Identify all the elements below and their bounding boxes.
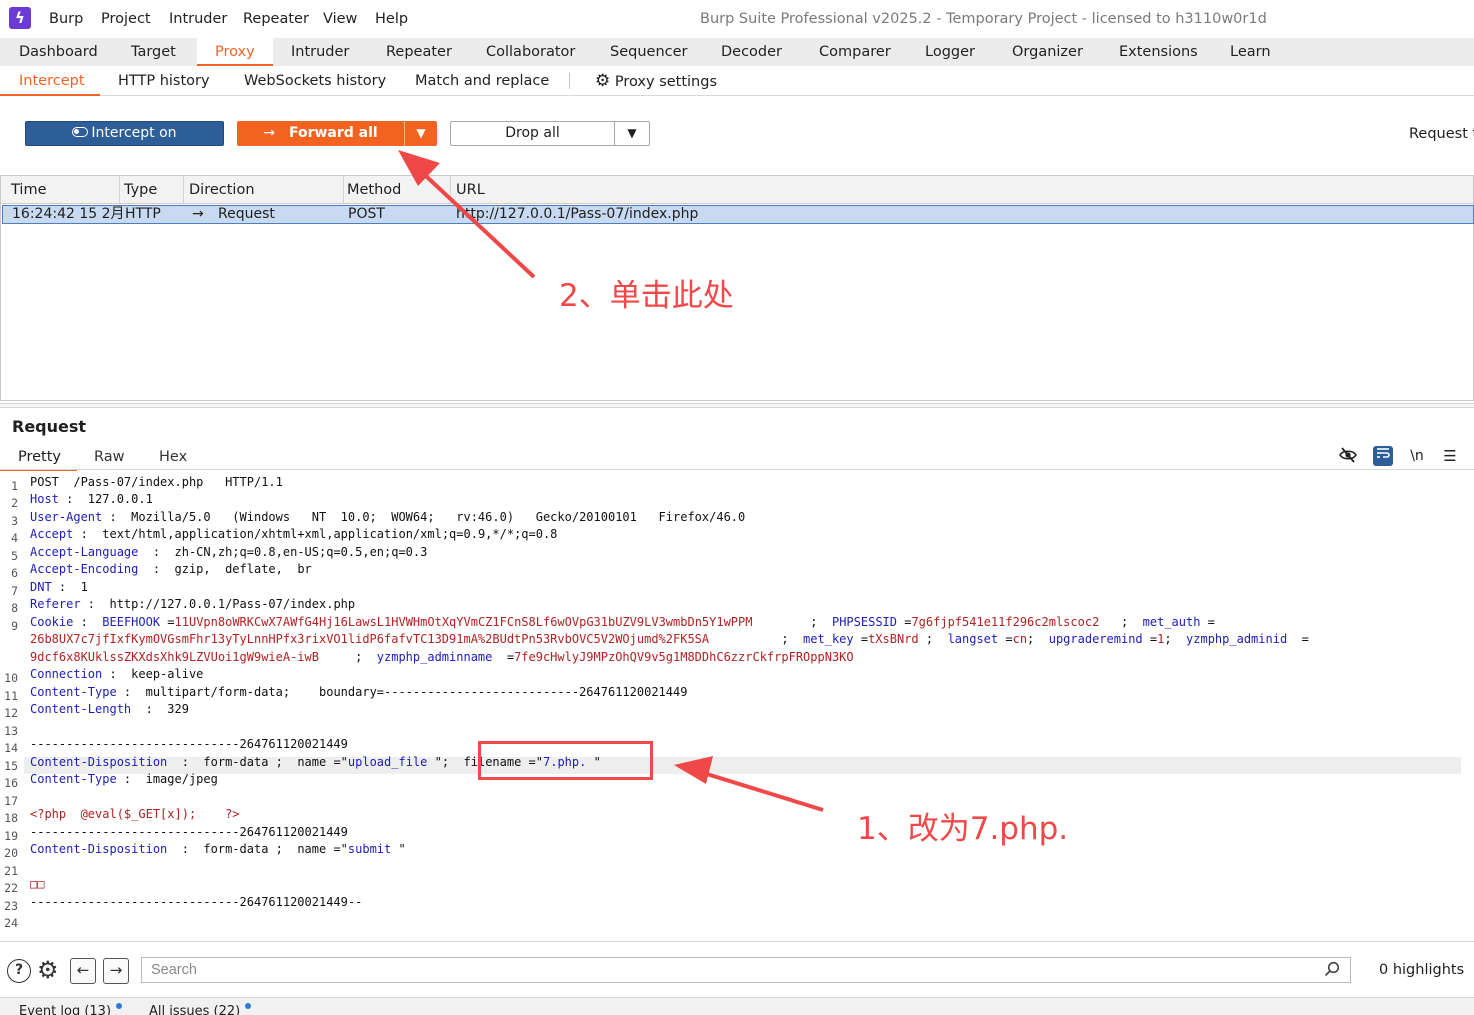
settings-icon[interactable]: ⚙ — [37, 956, 59, 984]
all-issues-tab[interactable]: All issues (22) — [149, 1004, 240, 1015]
search-icon[interactable] — [1324, 961, 1340, 981]
annotation-step1: 1、改为7.php. — [857, 811, 1069, 847]
annotation-arrows — [398, 150, 824, 812]
annotation-step2: 2、单击此处 — [559, 278, 734, 314]
search-bar: ? ⚙ ← → 0 highlights — [0, 941, 1474, 997]
status-bar: Event log (13) All issues (22) — [0, 997, 1474, 1015]
back-icon[interactable]: ← — [70, 958, 96, 984]
forward-icon[interactable]: → — [103, 958, 129, 984]
notification-dot — [116, 1003, 122, 1009]
notification-dot — [245, 1003, 251, 1009]
annotation-arrowhead — [674, 756, 713, 784]
highlights-count: 0 highlights — [1379, 962, 1465, 978]
help-icon[interactable]: ? — [7, 959, 31, 983]
event-log-tab[interactable]: Event log (13) — [19, 1004, 111, 1015]
search-input[interactable] — [141, 957, 1351, 983]
